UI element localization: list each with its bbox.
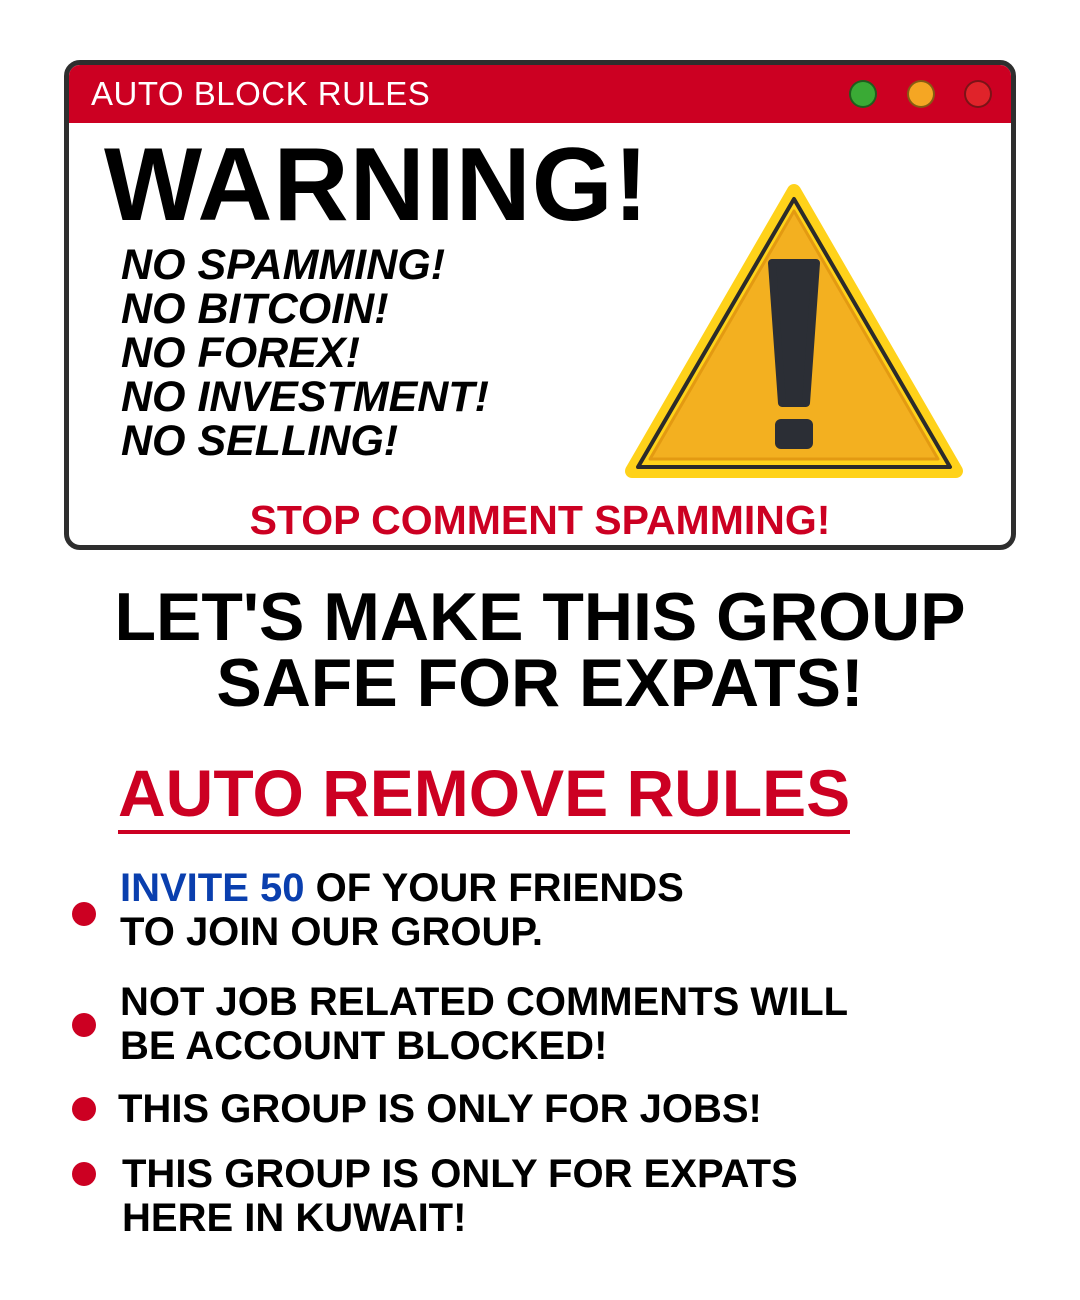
headline-line-1: LET'S MAKE THIS GROUP xyxy=(114,579,966,655)
headline: LET'S MAKE THIS GROUP SAFE FOR EXPATS! xyxy=(0,579,1080,721)
bullet-dot xyxy=(72,1013,96,1037)
rule-line-2: BE ACCOUNT BLOCKED! xyxy=(120,1024,608,1068)
warning-title: WARNING! xyxy=(104,127,650,243)
warning-rule-item: NO SPAMMING! xyxy=(121,241,446,289)
window-titlebar: AUTO BLOCK RULES xyxy=(69,65,1011,123)
headline-line-2: SAFE FOR EXPATS! xyxy=(216,645,864,721)
rule-item-job-related: NOT JOB RELATED COMMENTS WILL BE ACCOUNT… xyxy=(120,980,848,1068)
warning-rule-item: NO FOREX! xyxy=(121,329,360,377)
rule-item-jobs-only: THIS GROUP IS ONLY FOR JOBS! xyxy=(118,1087,762,1131)
auto-block-rules-window: AUTO BLOCK RULES WARNING! NO SPAMMING! N… xyxy=(64,60,1016,550)
rule-item-expats-only: THIS GROUP IS ONLY FOR EXPATS HERE IN KU… xyxy=(122,1152,798,1240)
rule-line-2: HERE IN KUWAIT! xyxy=(122,1196,467,1240)
warning-rule-item: NO SELLING! xyxy=(121,417,399,465)
bullet-dot xyxy=(72,1097,96,1121)
rule-line-1: THIS GROUP IS ONLY FOR JOBS! xyxy=(118,1087,762,1131)
warning-triangle-icon xyxy=(625,184,963,478)
warning-rule-item: NO INVESTMENT! xyxy=(121,373,489,421)
rule-highlight: INVITE 50 xyxy=(120,866,305,910)
window-title: AUTO BLOCK RULES xyxy=(91,75,431,112)
bullet-dot xyxy=(72,902,96,926)
bullet-dot xyxy=(72,1162,96,1186)
rule-line-1: OF YOUR FRIENDS xyxy=(304,866,684,910)
green-window-button[interactable] xyxy=(849,80,877,108)
stop-spamming-text: STOP COMMENT SPAMMING! xyxy=(249,497,831,543)
rule-line-2: TO JOIN OUR GROUP. xyxy=(120,910,544,954)
rule-item-invite: INVITE 50 OF YOUR FRIENDS TO JOIN OUR GR… xyxy=(120,866,684,954)
warning-rule-list: NO SPAMMING! NO BITCOIN! NO FOREX! NO IN… xyxy=(121,243,489,463)
auto-remove-rules-heading: AUTO REMOVE RULES xyxy=(118,760,851,834)
yellow-window-button[interactable] xyxy=(907,80,935,108)
red-window-button[interactable] xyxy=(964,80,992,108)
warning-rule-item: NO BITCOIN! xyxy=(121,285,389,333)
rule-line-1: NOT JOB RELATED COMMENTS WILL xyxy=(120,980,849,1024)
rule-line-1: THIS GROUP IS ONLY FOR EXPATS xyxy=(122,1152,798,1196)
